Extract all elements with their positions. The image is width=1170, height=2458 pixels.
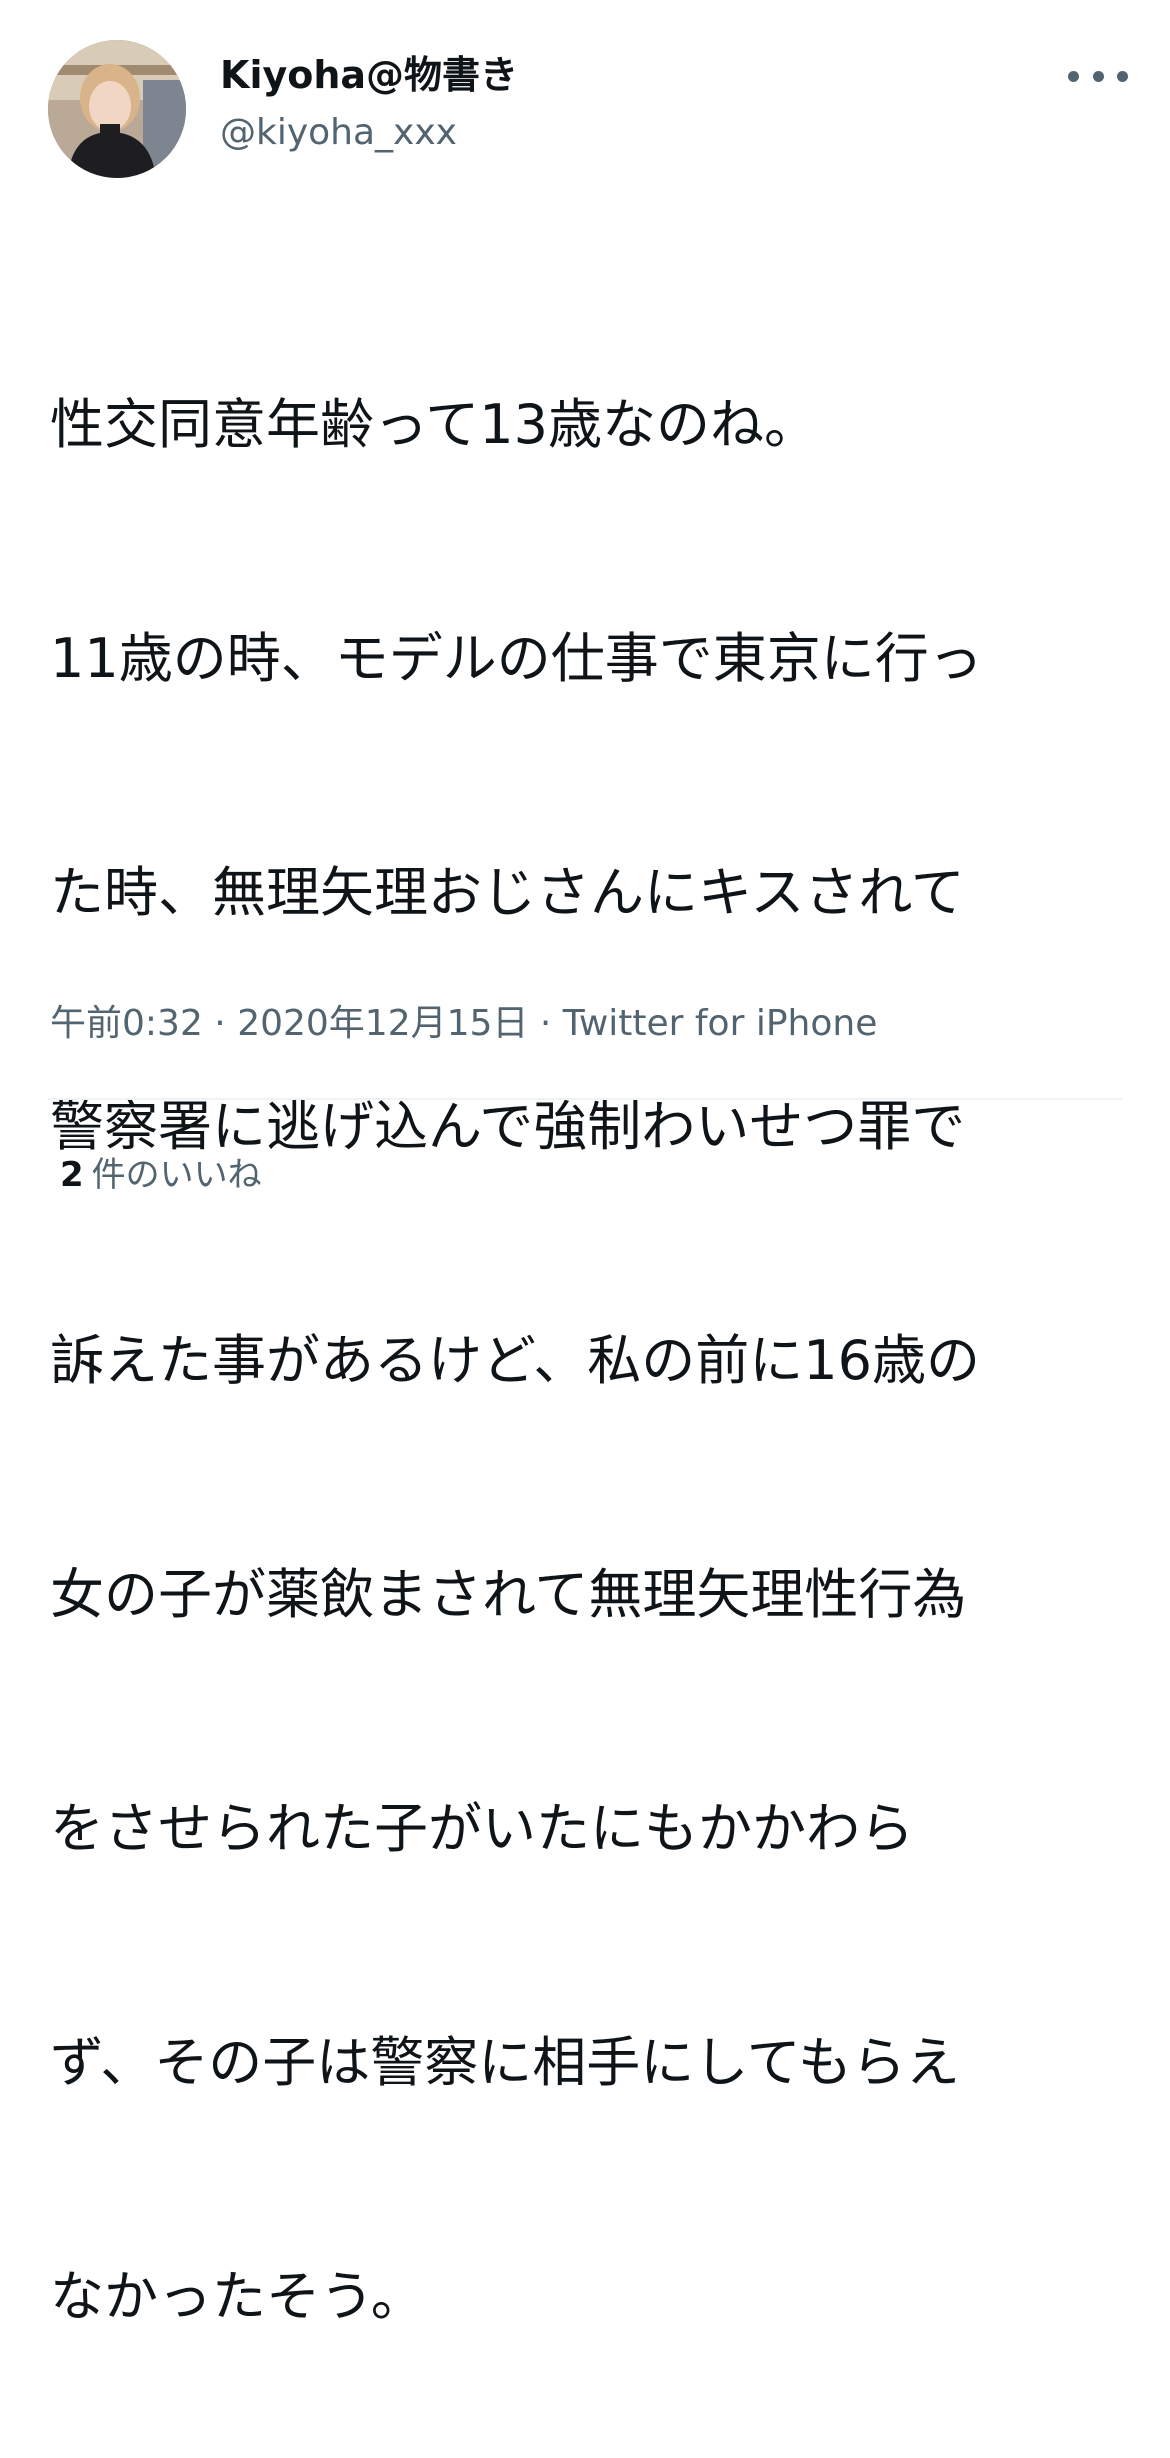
avatar[interactable] — [48, 40, 186, 178]
tweet-text-line: をさせられた子がいたにもかかわら — [50, 1797, 914, 1860]
avatar-image — [48, 40, 186, 178]
author-handle[interactable]: @kiyoha_xxx — [220, 110, 457, 156]
tweet-text-line: 11歳の時、モデルの仕事で東京に行っ — [50, 627, 983, 690]
tweet-metadata: 午前0:32 · 2020年12月15日 · Twitter for iPhon… — [50, 1000, 877, 1048]
likes-stat[interactable]: 2 件のいいね — [60, 1152, 262, 1198]
more-dot — [1068, 70, 1079, 82]
author-display-name[interactable]: Kiyoha@物書き — [220, 50, 518, 100]
more-dot — [1092, 70, 1104, 82]
tweet-time[interactable]: 午前0:32 — [50, 1003, 203, 1044]
divider — [48, 1098, 1122, 1100]
tweet-text-line: た時、無理矢理おじさんにキスされて — [50, 861, 965, 924]
likes-label: 件のいいね — [91, 1155, 262, 1195]
tweet-detail: Kiyoha@物書き @kiyoha_xxx 性交同意年齢って13歳なのね。 1… — [0, 0, 1170, 2328]
tweet-text-line: 性交同意年齢って13歳なのね。 — [50, 393, 819, 456]
tweet-source-link[interactable]: Twitter for iPhone — [563, 1003, 878, 1044]
tweet-text-line: なかったそう。 — [50, 2265, 425, 2328]
more-dot — [1117, 70, 1128, 82]
tweet-text: 性交同意年齢って13歳なのね。 11歳の時、モデルの仕事で東京に行っ た時、無理… — [50, 230, 1130, 2458]
tweet-text-line: 訴えた事があるけど、私の前に16歳の — [50, 1329, 981, 1392]
meta-separator: · — [528, 1003, 563, 1044]
tweet-date[interactable]: 2020年12月15日 — [237, 1003, 528, 1044]
likes-count: 2 — [60, 1155, 84, 1195]
tweet-text-line: 女の子が薬飲まされて無理矢理性行為 — [50, 1563, 967, 1626]
tweet-text-line: ず、その子は警察に相手にしてもらえ — [50, 2031, 960, 2094]
more-horizontal-icon[interactable] — [1068, 56, 1128, 96]
meta-separator: · — [202, 1003, 238, 1044]
